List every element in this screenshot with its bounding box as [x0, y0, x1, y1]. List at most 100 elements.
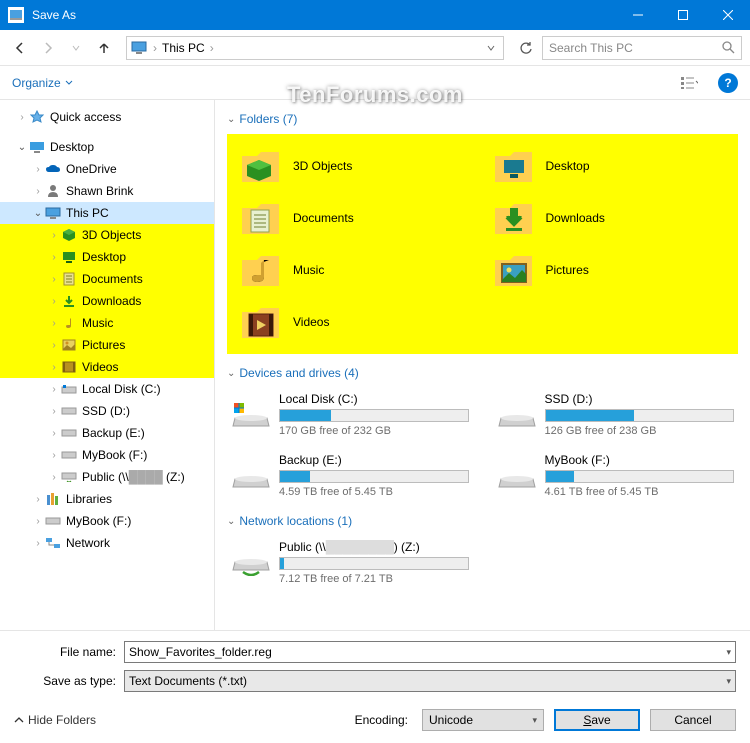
save-button[interactable]: Save [554, 709, 640, 731]
drive-f[interactable]: MyBook (F:)4.61 TB free of 5.45 TB [493, 449, 739, 502]
window-title: Save As [32, 8, 615, 22]
tree-user[interactable]: ›Shawn Brink [0, 180, 214, 202]
tree-local-disk[interactable]: ›Local Disk (C:) [0, 378, 214, 400]
fields: File name: Show_Favorites_folder.reg▾ Sa… [0, 630, 750, 703]
downloads-icon [492, 198, 536, 238]
savetype-select[interactable]: Text Documents (*.txt)▾ [124, 670, 736, 692]
desktop-folder-icon [492, 146, 536, 186]
drive-e[interactable]: Backup (E:)4.59 TB free of 5.45 TB [227, 449, 473, 502]
search-icon [722, 41, 735, 54]
toolbar: Organize ? [0, 66, 750, 100]
encoding-label: Encoding: [355, 713, 408, 727]
folder-downloads[interactable]: Downloads [488, 194, 731, 242]
filename-label: File name: [14, 645, 124, 659]
footer: Hide Folders Encoding: Unicode▾ Save Can… [0, 703, 750, 743]
tree-network[interactable]: ›Network [0, 532, 214, 554]
nav-tree: ›Quick access ⌄Desktop ›OneDrive ›Shawn … [0, 100, 215, 630]
minimize-button[interactable] [615, 0, 660, 30]
search-placeholder: Search This PC [549, 41, 633, 55]
downloads-icon [60, 293, 78, 309]
tree-music[interactable]: ›Music [0, 312, 214, 334]
drive-icon [231, 453, 271, 489]
content: ›Quick access ⌄Desktop ›OneDrive ›Shawn … [0, 100, 750, 630]
pc-icon [131, 41, 147, 55]
tree-onedrive[interactable]: ›OneDrive [0, 158, 214, 180]
savetype-label: Save as type: [14, 674, 124, 688]
videos-icon [60, 359, 78, 375]
section-folders[interactable]: ⌄Folders (7) [227, 112, 738, 126]
tree-public[interactable]: ›Public (\\████ (Z:) [0, 466, 214, 488]
drive-z[interactable]: Public (\\████████) (Z:)7.12 TB free of … [227, 536, 473, 589]
recent-dropdown[interactable] [64, 36, 88, 60]
tree-pictures[interactable]: ›Pictures [0, 334, 214, 356]
music-icon [60, 315, 78, 331]
folder-music[interactable]: Music [235, 246, 478, 294]
drive-icon [231, 392, 271, 428]
network-grid: Public (\\████████) (Z:)7.12 TB free of … [227, 536, 738, 589]
chevron-down-icon[interactable]: ▾ [726, 647, 731, 658]
chevron-down-icon: ▾ [532, 715, 537, 726]
folder-pictures[interactable]: Pictures [488, 246, 731, 294]
breadcrumb-sep: › [208, 41, 216, 55]
documents-icon [239, 198, 283, 238]
capacity-bar [545, 470, 735, 483]
section-network[interactable]: ⌄Network locations (1) [227, 514, 738, 528]
pictures-icon [492, 250, 536, 290]
address-dropdown[interactable] [483, 44, 499, 52]
folder-videos[interactable]: Videos [235, 298, 478, 346]
section-drives[interactable]: ⌄Devices and drives (4) [227, 366, 738, 380]
tree-ssd[interactable]: ›SSD (D:) [0, 400, 214, 422]
close-button[interactable] [705, 0, 750, 30]
pc-icon [44, 205, 62, 221]
desktop-folder-icon [60, 249, 78, 265]
drive-d[interactable]: SSD (D:)126 GB free of 238 GB [493, 388, 739, 441]
back-button[interactable] [8, 36, 32, 60]
folder-documents[interactable]: Documents [235, 194, 478, 242]
address-bar[interactable]: › This PC › [126, 36, 504, 60]
maximize-button[interactable] [660, 0, 705, 30]
tree-downloads[interactable]: ›Downloads [0, 290, 214, 312]
forward-button[interactable] [36, 36, 60, 60]
3d-icon [60, 227, 78, 243]
star-icon [28, 109, 46, 125]
folder-3d-objects[interactable]: 3D Objects [235, 142, 478, 190]
tree-documents[interactable]: ›Documents [0, 268, 214, 290]
tree-quick-access[interactable]: ›Quick access [0, 106, 214, 128]
app-icon [8, 7, 24, 23]
drive-icon [44, 513, 62, 529]
folder-grid: 3D Objects Desktop Documents Downloads M… [227, 134, 738, 354]
tree-backup[interactable]: ›Backup (E:) [0, 422, 214, 444]
drive-grid: Local Disk (C:)170 GB free of 232 GB SSD… [227, 388, 738, 502]
filename-input[interactable]: Show_Favorites_folder.reg▾ [124, 641, 736, 663]
videos-icon [239, 302, 283, 342]
desktop-icon [28, 139, 46, 155]
encoding-select[interactable]: Unicode▾ [422, 709, 544, 731]
chevron-down-icon[interactable]: ▾ [726, 676, 731, 687]
breadcrumb-this-pc[interactable]: This PC [159, 41, 208, 55]
drive-c[interactable]: Local Disk (C:)170 GB free of 232 GB [227, 388, 473, 441]
cancel-button[interactable]: Cancel [650, 709, 736, 731]
tree-libraries[interactable]: ›Libraries [0, 488, 214, 510]
tree-3d-objects[interactable]: ›3D Objects [0, 224, 214, 246]
view-options-button[interactable] [672, 71, 706, 95]
up-button[interactable] [92, 36, 116, 60]
tree-desktop-folder[interactable]: ›Desktop [0, 246, 214, 268]
chevron-down-icon [65, 79, 73, 87]
refresh-button[interactable] [514, 36, 538, 60]
tree-videos[interactable]: ›Videos [0, 356, 214, 378]
folder-desktop[interactable]: Desktop [488, 142, 731, 190]
search-input[interactable]: Search This PC [542, 36, 742, 60]
drive-icon [60, 425, 78, 441]
tree-mybook[interactable]: ›MyBook (F:) [0, 444, 214, 466]
tree-mybook-2[interactable]: ›MyBook (F:) [0, 510, 214, 532]
tree-desktop[interactable]: ⌄Desktop [0, 136, 214, 158]
navbar: › This PC › Search This PC [0, 30, 750, 66]
drive-icon [497, 392, 537, 428]
drive-icon [60, 403, 78, 419]
help-button[interactable]: ? [718, 73, 738, 93]
tree-this-pc[interactable]: ⌄This PC [0, 202, 214, 224]
user-icon [44, 183, 62, 199]
main-panel: ⌄Folders (7) 3D Objects Desktop Document… [215, 100, 750, 630]
organize-menu[interactable]: Organize [12, 76, 73, 90]
hide-folders-button[interactable]: Hide Folders [14, 713, 96, 727]
